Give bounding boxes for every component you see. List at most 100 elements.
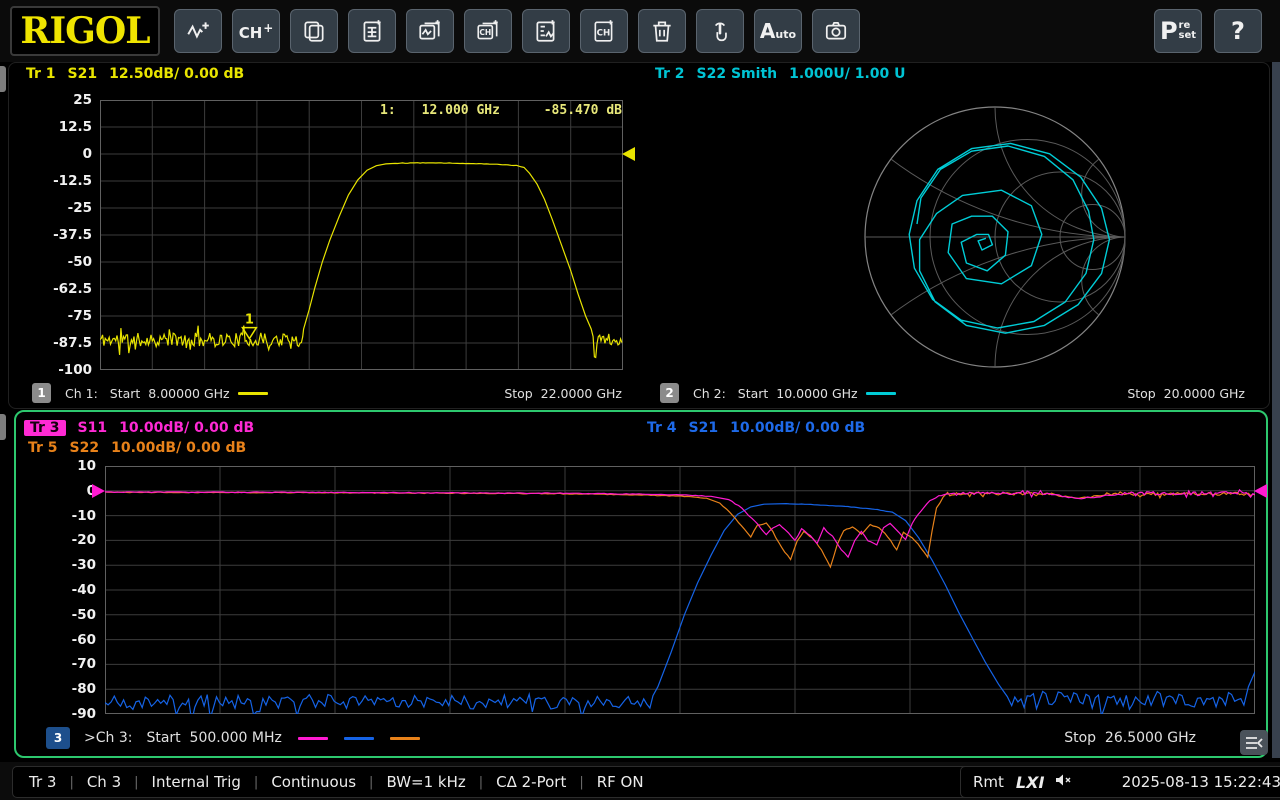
vna-screen: RIGOL CH+ bbox=[0, 0, 1280, 800]
add-channel-button[interactable]: CH+ bbox=[232, 9, 280, 53]
trace4-header[interactable]: Tr 4 S21 10.00dB/ 0.00 dB bbox=[647, 420, 865, 436]
trace5-header[interactable]: Tr 5 S22 10.00dB/ 0.00 dB bbox=[28, 440, 246, 456]
trace4-meas: S21 bbox=[689, 420, 719, 436]
y-tick-label: -50 bbox=[48, 253, 92, 271]
trace3-scale: 10.00dB/ 0.00 dB bbox=[119, 420, 254, 436]
y-tick-label: -30 bbox=[52, 556, 96, 574]
ch1-stop[interactable]: Stop 22.0000 GHz bbox=[504, 386, 622, 401]
svg-text:CH: CH bbox=[597, 28, 611, 38]
copy-window-button[interactable] bbox=[290, 9, 338, 53]
trace4-swatch bbox=[344, 737, 374, 740]
status-item-bw-1-khz[interactable]: BW=1 kHz bbox=[386, 773, 465, 791]
ch2-start[interactable]: Start 10.0000 GHz bbox=[738, 386, 858, 401]
status-separator: | bbox=[69, 775, 73, 790]
status-bar: Tr 3 | Ch 3 | Internal Trig | Continuous | BW=1 … bbox=[0, 762, 1280, 800]
window-trace-icon bbox=[417, 18, 443, 44]
status-pill-left: Tr 3 | Ch 3 | Internal Trig | Continuous | BW=1 … bbox=[12, 766, 984, 798]
report-icon bbox=[359, 18, 385, 44]
screenshot-button[interactable] bbox=[812, 9, 860, 53]
help-button[interactable]: ? bbox=[1214, 9, 1262, 53]
y-tick-label: -70 bbox=[52, 655, 96, 673]
status-item-c-2-port[interactable]: CΔ 2-Port bbox=[496, 773, 566, 791]
status-pill-right: Rmt LXI 2025-08-13 15:22:43 bbox=[960, 766, 1280, 798]
side-menu-rail[interactable] bbox=[1272, 62, 1280, 758]
y-tick-label: 0 bbox=[52, 482, 96, 500]
ch2-badge[interactable]: 2 bbox=[660, 383, 679, 403]
ch2-trace-swatch bbox=[866, 392, 896, 395]
trace2-header[interactable]: Tr 2S22 Smith1.000U/ 1.00 U bbox=[655, 66, 906, 82]
status-item-internal-trig[interactable]: Internal Trig bbox=[152, 773, 241, 791]
hamburger-collapse-icon bbox=[1244, 735, 1264, 751]
trace1-scale: 12.50dB/ 0.00 dB bbox=[109, 66, 244, 82]
ch2-smith-chart bbox=[845, 87, 1145, 387]
speaker-muted-icon[interactable] bbox=[1054, 772, 1072, 792]
trace1-header[interactable]: Tr 1S2112.50dB/ 0.00 dB bbox=[26, 66, 244, 82]
ch3-stop[interactable]: Stop 26.5000 GHz bbox=[1064, 730, 1196, 746]
window-handle bbox=[0, 66, 6, 92]
add-trace-window-button[interactable] bbox=[406, 9, 454, 53]
ch2-footer: 2 Ch 2: Start 10.0000 GHz Stop 20.0000 G… bbox=[660, 383, 1245, 403]
y-tick-label: -37.5 bbox=[48, 226, 92, 244]
trace4-label: Tr 4 bbox=[647, 420, 677, 436]
ch1-footer: 1 Ch 1: Start 8.00000 GHz Stop 22.0000 G… bbox=[32, 383, 622, 403]
preset-button[interactable]: P reset bbox=[1154, 9, 1202, 53]
ch3-badge[interactable]: 3 bbox=[46, 727, 70, 749]
trace4-scale: 10.00dB/ 0.00 dB bbox=[730, 420, 865, 436]
trace3-header[interactable]: Tr 3 S11 10.00dB/ 0.00 dB bbox=[24, 420, 254, 436]
remote-indicator: Rmt bbox=[973, 773, 1004, 791]
y-tick-label: -100 bbox=[48, 361, 92, 379]
status-item-rf-on[interactable]: RF ON bbox=[597, 773, 644, 791]
copy-icon bbox=[301, 18, 327, 44]
trace3-active-badge[interactable]: Tr 3 bbox=[24, 420, 66, 436]
trace-S22 bbox=[909, 143, 1109, 333]
help-icon: ? bbox=[1231, 17, 1245, 45]
ch2-label: Ch 2: bbox=[693, 386, 726, 401]
status-separator: | bbox=[134, 775, 138, 790]
menu-expand-button[interactable] bbox=[1240, 730, 1268, 755]
trace-S21 bbox=[100, 163, 622, 358]
status-item-tr-3[interactable]: Tr 3 bbox=[29, 773, 56, 791]
marker-label: 1 bbox=[245, 313, 254, 328]
ch3-ref-level-arrow-left[interactable] bbox=[92, 484, 105, 498]
delete-button[interactable] bbox=[638, 9, 686, 53]
y-tick-label: -25 bbox=[48, 199, 92, 217]
status-separator: | bbox=[254, 775, 258, 790]
ch3-ref-level-arrow-right[interactable] bbox=[1254, 484, 1267, 498]
ch3-graph bbox=[105, 466, 1255, 714]
status-item-ch-3[interactable]: Ch 3 bbox=[87, 773, 121, 791]
auto-scale-button[interactable]: Auto bbox=[754, 9, 802, 53]
y-tick-label: -90 bbox=[52, 705, 96, 723]
trace5-scale: 10.00dB/ 0.00 dB bbox=[111, 440, 246, 456]
add-channel-window-button[interactable]: CH bbox=[464, 9, 512, 53]
channel-list-button[interactable]: CH bbox=[580, 9, 628, 53]
auto-icon: Auto bbox=[760, 19, 796, 43]
trace5-label: Tr 5 bbox=[28, 440, 58, 456]
ch1-badge[interactable]: 1 bbox=[32, 383, 51, 403]
list-trace-icon bbox=[533, 18, 559, 44]
window-ch-icon: CH bbox=[475, 18, 501, 44]
svg-text:CH: CH bbox=[479, 28, 491, 37]
touch-button[interactable] bbox=[696, 9, 744, 53]
y-tick-label: 25 bbox=[48, 91, 92, 109]
y-tick-label: -62.5 bbox=[48, 280, 92, 298]
status-separator: | bbox=[479, 775, 483, 790]
y-tick-label: -80 bbox=[52, 680, 96, 698]
new-trace-button[interactable] bbox=[174, 9, 222, 53]
list-ch-icon: CH bbox=[591, 18, 617, 44]
status-separator: | bbox=[369, 775, 373, 790]
status-item-continuous[interactable]: Continuous bbox=[271, 773, 356, 791]
new-report-button[interactable] bbox=[348, 9, 396, 53]
y-tick-label: -87.5 bbox=[48, 334, 92, 352]
ch2-stop[interactable]: Stop 20.0000 GHz bbox=[1127, 386, 1245, 401]
ch-plus-icon: CH+ bbox=[239, 21, 274, 42]
lxi-logo: LXI bbox=[1016, 773, 1044, 792]
ch3-start[interactable]: Start 500.000 MHz bbox=[146, 730, 281, 746]
preset-icon: P reset bbox=[1160, 21, 1196, 41]
ch1-trace-swatch bbox=[238, 392, 268, 395]
ch1-start[interactable]: Start 8.00000 GHz bbox=[110, 386, 230, 401]
y-tick-label: -60 bbox=[52, 631, 96, 649]
trace2-scale: 1.000U/ 1.00 U bbox=[789, 66, 905, 82]
datetime: 2025-08-13 15:22:43 bbox=[1122, 773, 1280, 791]
trace-list-button[interactable] bbox=[522, 9, 570, 53]
ch1-ref-level-arrow[interactable] bbox=[622, 147, 635, 161]
